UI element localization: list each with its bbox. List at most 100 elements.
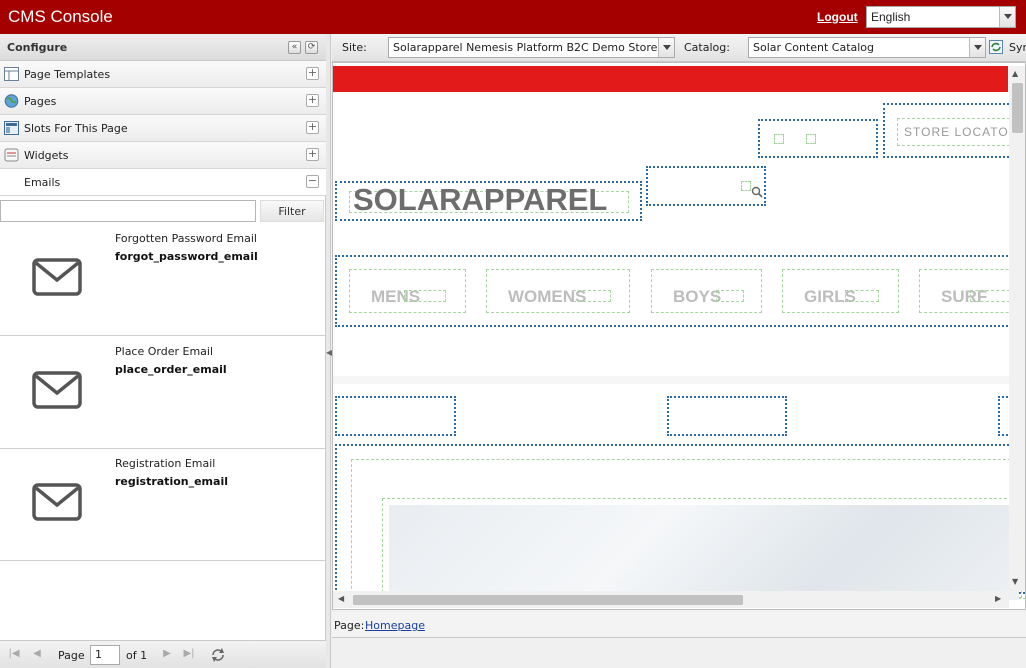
filter-input[interactable] [0, 200, 256, 222]
promo-slot[interactable] [667, 396, 787, 436]
envelope-icon [32, 371, 82, 409]
email-list-item[interactable]: Registration Email registration_email [0, 449, 325, 561]
refresh-icon[interactable] [210, 647, 226, 663]
email-title: Place Order Email [115, 345, 214, 358]
link-component[interactable] [774, 134, 784, 144]
store-locator-component[interactable]: STORE LOCATO [897, 118, 1015, 146]
link-component[interactable] [806, 134, 816, 144]
promo-slot[interactable] [335, 396, 456, 436]
chevron-down-icon[interactable] [658, 38, 674, 57]
widgets-icon [4, 148, 19, 162]
page-number-input[interactable]: 1 [90, 645, 120, 665]
configure-title: Configure [7, 41, 68, 54]
section-widgets[interactable]: Widgets + [0, 142, 326, 169]
slots-icon [4, 121, 19, 135]
nav-dropdown-component[interactable] [573, 290, 611, 302]
store-locator-slot[interactable]: STORE LOCATO [883, 103, 1015, 158]
email-list-item[interactable]: Forgotten Password Email forgot_password… [0, 224, 325, 336]
nav-item-mens[interactable]: MENS [349, 269, 466, 313]
pager: |◀ ◀ Page 1 of 1 ▶ ▶| [0, 640, 326, 668]
section-label: Widgets [24, 149, 69, 162]
expand-icon[interactable]: + [306, 148, 319, 161]
email-id: registration_email [115, 475, 228, 488]
page-link[interactable]: Homepage [365, 619, 425, 632]
hero-component[interactable] [351, 459, 1025, 600]
site-logo: SOLARAPPAREL [353, 182, 608, 217]
expand-icon[interactable]: + [306, 94, 319, 107]
scroll-up-icon[interactable]: ▲ [1012, 69, 1018, 78]
navigation-slot[interactable]: MENS WOMENS BOYS GIRLS SURF [335, 255, 1025, 327]
site-label: Site: [342, 41, 367, 54]
last-page-icon[interactable]: ▶| [182, 648, 196, 662]
search-icon[interactable] [751, 186, 763, 198]
nav-dropdown-component[interactable] [404, 290, 446, 302]
horizontal-scroll-thumb[interactable] [353, 595, 743, 605]
sync-label[interactable]: Syn [1009, 41, 1026, 54]
email-title: Registration Email [115, 457, 216, 470]
section-divider [333, 376, 1009, 384]
nav-dropdown-component[interactable] [845, 290, 879, 302]
expand-icon[interactable]: + [306, 121, 319, 134]
preview-toolbar: Site: Solarapparel Nemesis Platform B2C … [332, 34, 1026, 62]
vertical-scroll-thumb[interactable] [1012, 83, 1023, 133]
sync-icon[interactable] [989, 40, 1003, 54]
panel-splitter[interactable]: ◀ [326, 34, 332, 668]
next-page-icon[interactable]: ▶ [160, 648, 174, 662]
nav-dropdown-component[interactable] [716, 290, 744, 302]
section-slots[interactable]: Slots For This Page + [0, 115, 326, 142]
catalog-label: Catalog: [684, 41, 730, 54]
store-locator-text: STORE LOCATO [904, 125, 1009, 139]
refresh-panel-icon[interactable]: ⟳ [305, 41, 318, 54]
section-pages[interactable]: Pages + [0, 88, 326, 115]
section-label: Slots For This Page [24, 122, 128, 135]
section-label: Pages [24, 95, 57, 108]
page-preview: STORE LOCATO SOLARAPPAREL MENS WOMENS BO… [332, 62, 1026, 610]
scroll-right-icon[interactable]: ▶ [995, 594, 1001, 603]
email-title: Forgotten Password Email [115, 232, 257, 245]
scroll-left-icon[interactable]: ◀ [338, 594, 344, 603]
scroll-down-icon[interactable]: ▼ [1012, 577, 1018, 586]
collapse-icon[interactable]: − [306, 175, 319, 188]
section-page-templates[interactable]: Page Templates + [0, 61, 326, 88]
hero-image-component[interactable] [382, 498, 1022, 600]
logout-link[interactable]: Logout [817, 10, 858, 24]
catalog-value: Solar Content Catalog [753, 41, 875, 54]
expand-icon[interactable]: + [306, 67, 319, 80]
page-templates-icon [4, 67, 19, 81]
status-bar: Page: Homepage [332, 612, 1026, 638]
vertical-scrollbar[interactable] [1009, 66, 1025, 591]
section-label: Emails [24, 176, 61, 189]
first-page-icon[interactable]: |◀ [7, 648, 21, 662]
filter-button[interactable]: Filter [260, 200, 324, 222]
search-component[interactable] [741, 181, 751, 191]
hero-image [389, 505, 1019, 600]
chevron-down-icon[interactable] [969, 38, 985, 57]
nav-dropdown-component[interactable] [970, 290, 1010, 302]
nav-label: BOYS [673, 287, 722, 306]
site-header-bar [333, 66, 1008, 92]
configure-panel: Configure « ⟳ Page Templates + Pages + S… [0, 34, 326, 668]
site-select[interactable]: Solarapparel Nemesis Platform B2C Demo S… [388, 37, 675, 58]
app-title: CMS Console [8, 7, 113, 26]
nav-item-womens[interactable]: WOMENS [486, 269, 630, 313]
hero-slot[interactable] [335, 444, 1025, 600]
section-emails[interactable]: Emails − [0, 169, 326, 196]
page-label: Page: [334, 619, 365, 632]
header-links-slot[interactable] [758, 119, 878, 158]
chevron-down-icon[interactable] [999, 7, 1015, 27]
language-value: English [871, 10, 911, 24]
search-slot[interactable] [646, 166, 766, 206]
email-list-item[interactable]: Place Order Email place_order_email [0, 337, 325, 449]
prev-page-icon[interactable]: ◀ [30, 648, 44, 662]
nav-item-boys[interactable]: BOYS [651, 269, 762, 313]
nav-item-girls[interactable]: GIRLS [782, 269, 899, 313]
catalog-select[interactable]: Solar Content Catalog [748, 37, 986, 58]
page-count: of 1 [126, 649, 148, 662]
language-select[interactable]: English [866, 6, 1016, 28]
email-id: place_order_email [115, 363, 227, 376]
logo-slot[interactable]: SOLARAPPAREL [335, 181, 642, 221]
collapse-panel-icon[interactable]: « [288, 41, 301, 54]
envelope-icon [32, 258, 82, 296]
page-label: Page [58, 649, 85, 662]
email-id: forgot_password_email [115, 250, 258, 263]
